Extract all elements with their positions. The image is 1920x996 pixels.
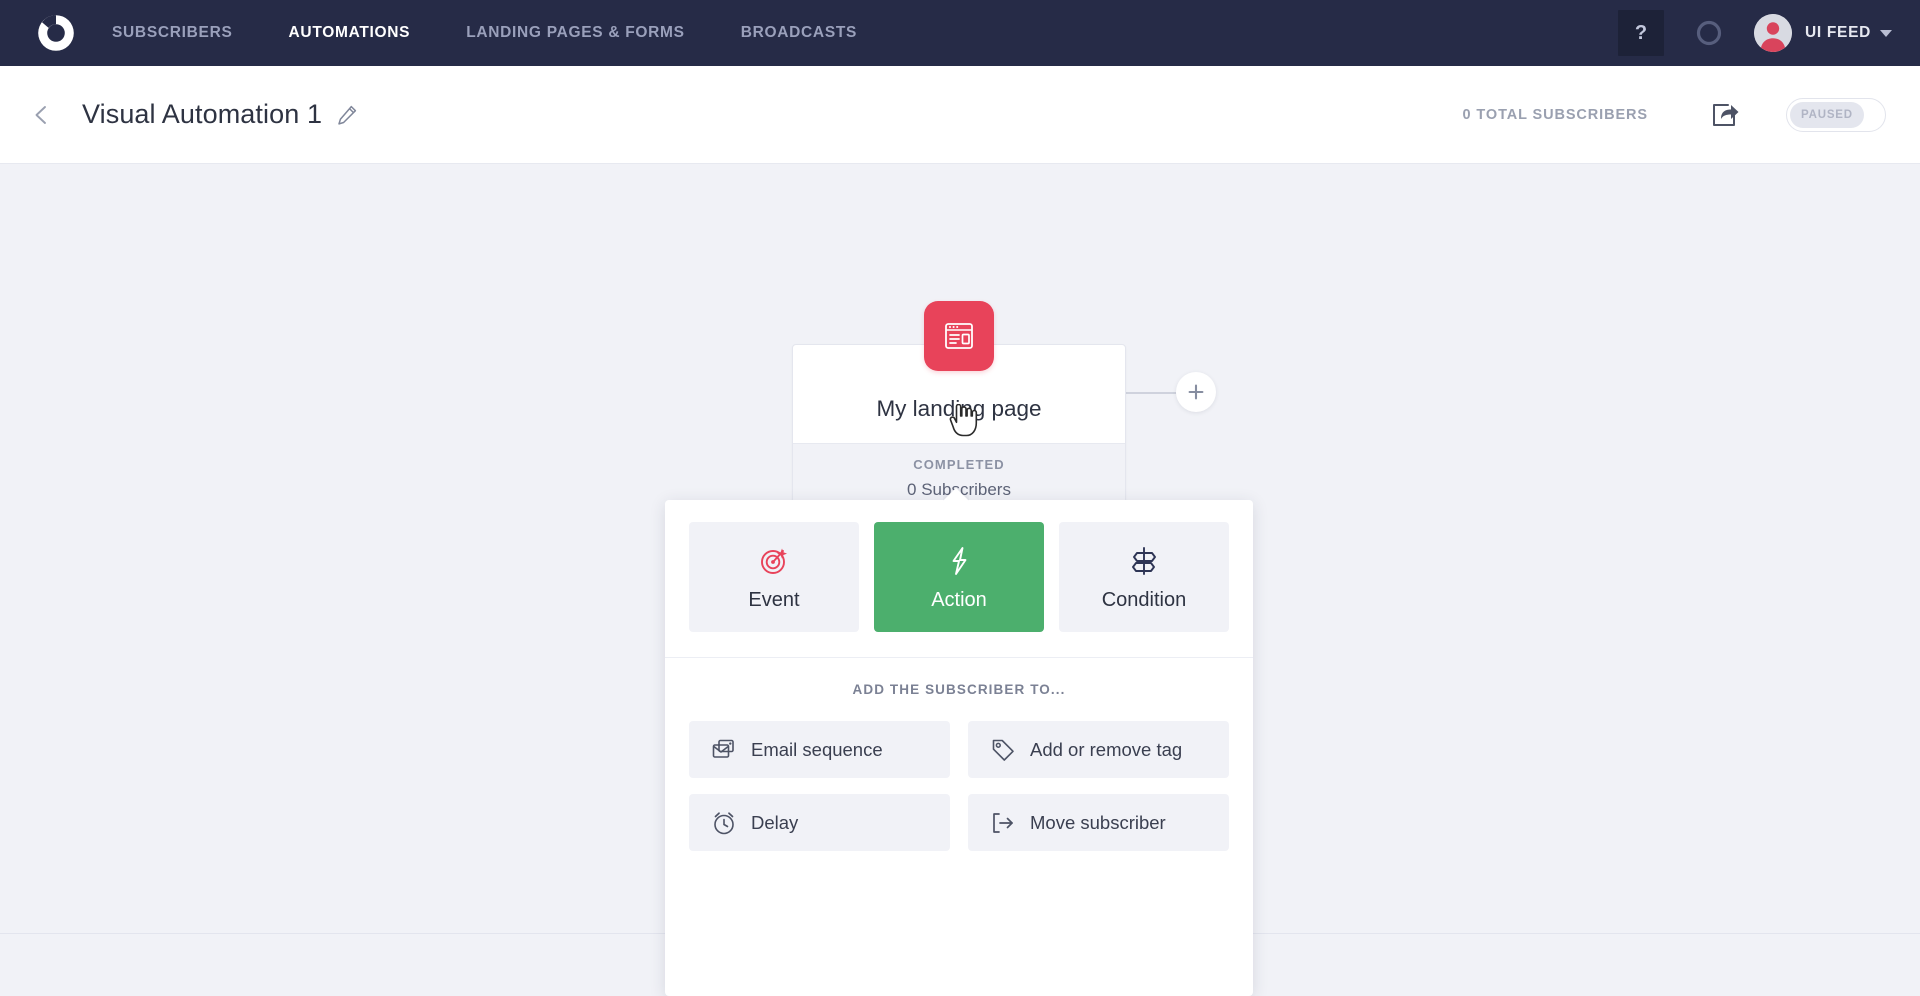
node-title: My landing page: [876, 396, 1042, 421]
automation-canvas: My landing page COMPLETED 0 Subscribers: [0, 164, 1920, 996]
chevron-left-icon: [35, 105, 46, 124]
nav-right-cluster: ? UI FEED: [1617, 0, 1920, 66]
tab-action-icon-wrap: [943, 542, 975, 580]
back-button[interactable]: [28, 102, 54, 128]
move-subscriber-icon: [993, 812, 1013, 833]
add-step-popup: Event Action Condition ADD THE SUBSCRIBE…: [665, 500, 1253, 996]
alarm-clock-icon-wrap: [711, 810, 739, 836]
menu-item-move-subscriber[interactable]: Move subscriber: [968, 794, 1229, 851]
alarm-clock-icon: [714, 811, 734, 834]
nav-link-automations[interactable]: AUTOMATIONS: [289, 0, 411, 66]
page-title: Visual Automation 1: [82, 99, 323, 129]
email-sequence-icon: [712, 739, 734, 758]
user-name-label: UI FEED: [1804, 24, 1871, 41]
move-subscriber-icon-wrap: [990, 810, 1018, 836]
menu-heading: ADD THE SUBSCRIBER TO...: [852, 682, 1066, 697]
menu-item-move-subscriber-label: Move subscriber: [1030, 811, 1166, 833]
tab-event-icon-wrap: [758, 542, 790, 580]
plus-icon: [1188, 384, 1204, 400]
top-navigation-bar: SUBSCRIBERS AUTOMATIONS LANDING PAGES & …: [0, 0, 1920, 66]
menu-item-add-or-remove-tag-label: Add or remove tag: [1030, 738, 1183, 760]
tab-action[interactable]: Action: [874, 522, 1044, 632]
convertkit-logo-icon: [38, 15, 74, 51]
avatar[interactable]: [1753, 14, 1792, 52]
user-avatar-icon: [1753, 14, 1792, 52]
tab-condition-label: Condition: [1101, 589, 1187, 611]
tag-icon-wrap: [990, 737, 1018, 763]
status-badge: PAUSED: [1790, 101, 1864, 128]
node-icon-badge: [924, 301, 994, 371]
menu-item-delay-label: Delay: [751, 811, 799, 833]
menu-item-add-or-remove-tag[interactable]: Add or remove tag: [968, 721, 1229, 778]
subheader-right-cluster: 0 TOTAL SUBSCRIBERS PAUSED: [1462, 97, 1920, 132]
total-subscribers-label: 0 TOTAL SUBSCRIBERS: [1462, 106, 1648, 123]
popup-tab-row: Event Action Condition: [665, 500, 1253, 658]
menu-item-email-sequence[interactable]: Email sequence: [689, 721, 950, 778]
pencil-icon[interactable]: [336, 104, 358, 126]
tab-condition-icon-wrap: [1128, 542, 1160, 580]
tag-icon: [992, 739, 1014, 761]
email-sequence-icon-wrap: [711, 737, 739, 763]
nav-link-broadcasts[interactable]: BROADCASTS: [741, 0, 857, 66]
popup-menu-section: ADD THE SUBSCRIBER TO... Email sequence: [665, 658, 1253, 851]
menu-grid: Email sequence Add or remove tag Delay M…: [689, 721, 1229, 851]
menu-item-email-sequence-label: Email sequence: [751, 738, 883, 760]
tab-action-label: Action: [931, 589, 987, 611]
nav-links: SUBSCRIBERS AUTOMATIONS LANDING PAGES & …: [112, 0, 913, 66]
nav-link-subscribers[interactable]: SUBSCRIBERS: [112, 0, 233, 66]
connector-right: [1126, 392, 1176, 394]
signpost-icon: [1132, 547, 1156, 575]
lightning-bolt-icon: [952, 547, 967, 575]
landing-page-icon: [945, 323, 973, 349]
add-step-right-button[interactable]: [1176, 372, 1216, 412]
circle-icon[interactable]: [1694, 18, 1724, 48]
help-button[interactable]: ?: [1617, 10, 1664, 56]
menu-item-delay[interactable]: Delay: [689, 794, 950, 851]
tab-event-label: Event: [748, 589, 800, 611]
popup-arrow: [943, 488, 969, 502]
chevron-down-icon[interactable]: [1880, 29, 1892, 37]
nav-link-landing-pages-forms[interactable]: LANDING PAGES & FORMS: [466, 0, 685, 66]
node-status: COMPLETED: [913, 457, 1005, 472]
share-icon[interactable]: [1708, 98, 1742, 132]
automation-subheader: Visual Automation 1 0 TOTAL SUBSCRIBERS …: [0, 66, 1920, 164]
app-logo[interactable]: [0, 0, 112, 66]
tab-event[interactable]: Event: [689, 522, 859, 632]
target-icon: [761, 548, 787, 574]
automation-status-toggle[interactable]: PAUSED: [1786, 97, 1886, 132]
tab-condition[interactable]: Condition: [1059, 522, 1229, 632]
